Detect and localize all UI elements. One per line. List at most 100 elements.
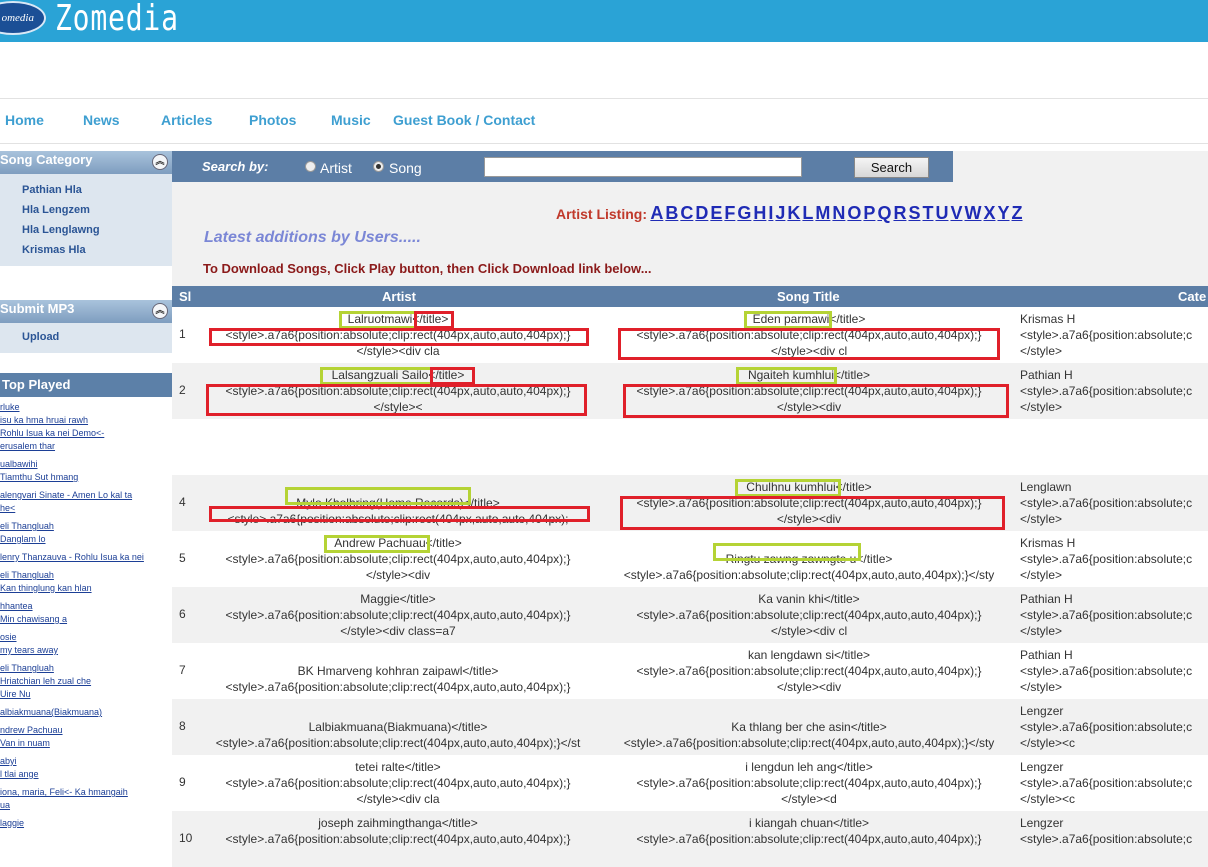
- letter-link-y[interactable]: Y: [998, 203, 1010, 223]
- top-played-link[interactable]: l tlai ange: [0, 768, 172, 781]
- letter-link-q[interactable]: Q: [877, 203, 891, 223]
- song-radio[interactable]: [373, 161, 384, 172]
- top-played-link[interactable]: my tears away: [0, 644, 172, 657]
- category-cell[interactable]: Krismas H <style>.a7a6{position:absolute;…: [1020, 311, 1208, 359]
- letter-link-v[interactable]: V: [950, 203, 962, 223]
- top-played-link[interactable]: osie: [0, 631, 172, 644]
- top-played-link[interactable]: eli Thangluah: [0, 662, 172, 675]
- top-played-link[interactable]: Min chawisang a: [0, 613, 172, 626]
- letter-link-i[interactable]: I: [768, 203, 773, 223]
- artist-radio[interactable]: [305, 161, 316, 172]
- letter-link-x[interactable]: X: [983, 203, 995, 223]
- category-hla-lenglawng[interactable]: Hla Lenglawng: [22, 220, 172, 240]
- artist-cell[interactable]: tetei ralte</title> <style>.a7a6{position…: [198, 759, 598, 807]
- artist-cell[interactable]: Lalbiakmuana(Biakmuana)</title> <style>.a…: [198, 703, 598, 751]
- letter-link-j[interactable]: J: [775, 203, 785, 223]
- artist-cell[interactable]: joseph zaihmingthanga</title> <style>.a7a…: [198, 815, 598, 863]
- artist-cell-line: [198, 455, 598, 471]
- top-played-link[interactable]: Uire Nu: [0, 688, 172, 701]
- category-cell[interactable]: Pathian H <style>.a7a6{position:absolute;…: [1020, 367, 1208, 415]
- letter-link-e[interactable]: E: [710, 203, 722, 223]
- category-krismas-hla[interactable]: Krismas Hla: [22, 240, 172, 260]
- category-cell[interactable]: Lengzer <style>.a7a6{position:absolute;c <…: [1020, 703, 1208, 751]
- category-pathian-hla[interactable]: Pathian Hla: [22, 180, 172, 200]
- song-title-cell[interactable]: [604, 423, 1014, 471]
- category-cell[interactable]: Lengzer <style>.a7a6{position:absolute;c: [1020, 815, 1208, 863]
- top-played-link[interactable]: Hriatchian leh zual che: [0, 675, 172, 688]
- letter-link-p[interactable]: P: [863, 203, 875, 223]
- top-played-link[interactable]: Kan thinglung kan hlan: [0, 582, 172, 595]
- artist-cell-line: [198, 703, 598, 719]
- upload-link[interactable]: Upload: [22, 327, 172, 347]
- top-played-link[interactable]: Van in nuam: [0, 737, 172, 750]
- site-name[interactable]: Zomedia: [55, 0, 179, 39]
- nav-home[interactable]: Home: [5, 112, 44, 128]
- nav-articles[interactable]: Articles: [161, 112, 212, 128]
- letter-link-t[interactable]: T: [922, 203, 933, 223]
- category-cell[interactable]: Krismas H <style>.a7a6{position:absolute;…: [1020, 535, 1208, 583]
- song-title-cell[interactable]: i lengdun leh ang</title> <style>.a7a6{po…: [604, 759, 1014, 807]
- top-played-link[interactable]: Danglam lo: [0, 533, 172, 546]
- letter-link-c[interactable]: C: [680, 203, 693, 223]
- top-played-link[interactable]: he<: [0, 502, 172, 515]
- artist-cell[interactable]: [198, 423, 598, 471]
- search-input[interactable]: [484, 157, 802, 177]
- nav-guestbook[interactable]: Guest Book / Contact: [393, 112, 535, 128]
- collapse-icon[interactable]: ︽: [152, 303, 168, 319]
- letter-link-w[interactable]: W: [964, 203, 981, 223]
- top-played-link[interactable]: lenry Thanzauva - Rohlu Isua ka nei: [0, 551, 172, 564]
- top-played-link[interactable]: hhantea: [0, 600, 172, 613]
- sidebar: Song Category ︽ Pathian Hla Hla Lengzem …: [0, 151, 172, 835]
- song-title-cell[interactable]: Ka vanin khi</title> <style>.a7a6{positio…: [604, 591, 1014, 639]
- top-played-link[interactable]: ualbawihi: [0, 458, 172, 471]
- top-played-link[interactable]: Rohlu Isua ka nei Demo<-: [0, 427, 172, 440]
- letter-link-g[interactable]: G: [737, 203, 751, 223]
- top-played-link[interactable]: alengvari Sinate - Amen Lo kal ta: [0, 489, 172, 502]
- top-played-link[interactable]: albiakmuana(Biakmuana): [0, 706, 172, 719]
- category-cell[interactable]: [1020, 423, 1208, 471]
- top-played-link[interactable]: laggie: [0, 817, 172, 830]
- artist-cell[interactable]: BK Hmarveng kohhran zaipawl</title> <styl…: [198, 647, 598, 695]
- category-cell[interactable]: Lenglawn <style>.a7a6{position:absolute;c…: [1020, 479, 1208, 527]
- top-played-link[interactable]: rluke: [0, 401, 172, 414]
- top-played-link[interactable]: abyi: [0, 755, 172, 768]
- letter-link-r[interactable]: R: [893, 203, 906, 223]
- letter-link-d[interactable]: D: [695, 203, 708, 223]
- category-cell[interactable]: Pathian H <style>.a7a6{position:absolute;…: [1020, 647, 1208, 695]
- nav-music[interactable]: Music: [331, 112, 371, 128]
- top-played-link[interactable]: ua: [0, 799, 172, 812]
- letter-link-h[interactable]: H: [753, 203, 766, 223]
- top-played-link[interactable]: eli Thangluah: [0, 520, 172, 533]
- category-hla-lengzem[interactable]: Hla Lengzem: [22, 200, 172, 220]
- top-played-link[interactable]: Tiamthu Sut hmang: [0, 471, 172, 484]
- top-played-link[interactable]: ndrew Pachuau: [0, 724, 172, 737]
- song-title-cell[interactable]: i kiangah chuan</title> <style>.a7a6{posi…: [604, 815, 1014, 863]
- nav-photos[interactable]: Photos: [249, 112, 296, 128]
- top-played-link[interactable]: iona, maria, Feli<- Ka hmangaih: [0, 786, 172, 799]
- letter-link-s[interactable]: S: [908, 203, 920, 223]
- artist-radio-label[interactable]: Artist: [320, 160, 352, 176]
- nav-news[interactable]: News: [83, 112, 120, 128]
- song-title-cell[interactable]: Ka thlang ber che asin</title> <style>.a7…: [604, 703, 1014, 751]
- collapse-icon[interactable]: ︽: [152, 154, 168, 170]
- letter-link-b[interactable]: B: [665, 203, 678, 223]
- category-cell[interactable]: Lengzer <style>.a7a6{position:absolute;c <…: [1020, 759, 1208, 807]
- letter-link-o[interactable]: O: [847, 203, 861, 223]
- letter-link-z[interactable]: Z: [1012, 203, 1023, 223]
- letter-link-k[interactable]: K: [787, 203, 800, 223]
- letter-link-f[interactable]: F: [724, 203, 735, 223]
- search-button[interactable]: Search: [854, 157, 929, 178]
- top-played-link[interactable]: erusalem thar: [0, 440, 172, 453]
- song-title-cell[interactable]: kan lengdawn si</title> <style>.a7a6{posi…: [604, 647, 1014, 695]
- top-played-link[interactable]: eli Thangluah: [0, 569, 172, 582]
- song-radio-label[interactable]: Song: [389, 160, 422, 176]
- artist-cell[interactable]: Maggie</title> <style>.a7a6{position:abso…: [198, 591, 598, 639]
- letter-link-a[interactable]: A: [650, 203, 663, 223]
- category-cell[interactable]: Pathian H <style>.a7a6{position:absolute;…: [1020, 591, 1208, 639]
- top-played-link[interactable]: isu ka hma hruai rawh: [0, 414, 172, 427]
- site-logo[interactable]: omedia: [0, 1, 46, 35]
- letter-link-n[interactable]: N: [832, 203, 845, 223]
- letter-link-u[interactable]: U: [935, 203, 948, 223]
- letter-link-l[interactable]: L: [802, 203, 813, 223]
- letter-link-m[interactable]: M: [815, 203, 830, 223]
